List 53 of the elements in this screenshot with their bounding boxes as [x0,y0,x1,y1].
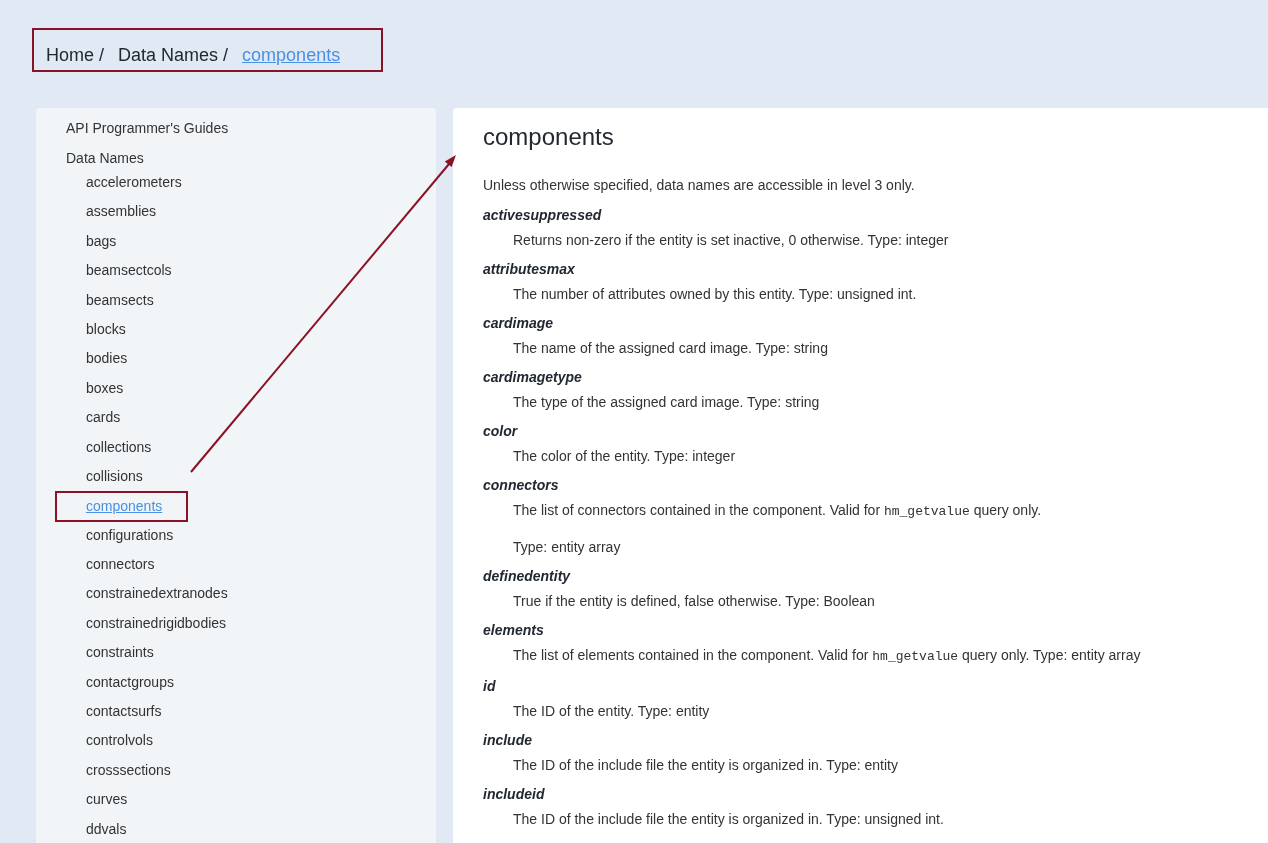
sidebar-link[interactable]: curves [86,791,128,808]
term-description: Type: entity array [513,539,621,555]
breadcrumb-separator: / [223,44,229,66]
term-description: True if the entity is defined, false otherwise. Type: Boolean [513,593,875,609]
sidebar-link[interactable]: crosssections [86,761,171,778]
sidebar-link[interactable]: cards [86,409,121,426]
term-description: The color of the entity. Type: integer [513,448,736,464]
term-name: cardimagetype [483,368,582,386]
page-title: components [483,123,614,151]
term-description: The ID of the include file the entity is organized in. Type: entity [513,757,898,773]
term-description: The name of the assigned card image. Type: string [513,340,828,356]
sidebar-link[interactable]: accelerometers [86,174,182,190]
sidebar-link[interactable]: API Programmer's Guides [66,120,229,136]
term-name: elements [483,621,544,639]
sidebar-link[interactable]: connectors [86,556,155,573]
term-name: includeid [483,785,545,803]
sidebar-link[interactable]: blocks [86,320,126,337]
term-name: connectors [483,476,559,494]
term-description: The ID of the entity. Type: entity [513,703,710,719]
sidebar-link[interactable]: bodies [86,350,128,367]
sidebar-link[interactable]: assemblies [86,203,157,220]
sidebar-link[interactable]: contactgroups [86,673,174,690]
sidebar-link[interactable]: controlvols [86,732,153,749]
sidebar-link[interactable]: ddvals [86,820,127,837]
breadcrumb-link[interactable]: Home [46,44,94,66]
term-name: activesuppressed [483,206,602,224]
sidebar-link[interactable]: constraints [86,644,154,661]
term-name: definedentity [483,567,571,585]
term-name: attributesmax [483,260,575,278]
sidebar-link[interactable]: constrainedextranodes [86,585,228,602]
sidebar-link[interactable]: collections [86,438,152,455]
term-description: Returns non-zero if the entity is set inactive, 0 otherwise. Type: integer [513,232,949,248]
term-name: color [483,422,518,440]
breadcrumb-link[interactable]: Data Names [118,44,219,66]
sidebar-link[interactable]: collisions [86,467,143,484]
sidebar-link[interactable]: configurations [86,526,174,543]
breadcrumb-separator: / [99,44,105,66]
term-description: The list of connectors contained in the component. Valid for hm_getvalue query only. [513,502,1042,520]
sidebar-link[interactable]: Data Names [66,150,144,166]
sidebar-link[interactable]: beamsectcols [86,262,172,279]
term-name: cardimage [483,314,554,332]
term-name: id [483,677,496,695]
intro-text: Unless otherwise specified, data names are accessible in level 3 only. [483,176,915,194]
sidebar-link[interactable]: contactsurfs [86,703,162,720]
sidebar-link[interactable]: beamsects [86,291,154,308]
term-description: The list of elements contained in the component. Valid for hm_getvalue query only. Type: entity array [513,647,1141,665]
term-description: The ID of the include file the entity is organized in. Type: unsigned int. [513,811,944,827]
term-description: The number of attributes owned by this entity. Type: unsigned int. [513,286,917,302]
term-name: include [483,731,532,749]
term-description: The type of the assigned card image. Type: string [513,394,820,410]
sidebar-link[interactable]: bags [86,232,117,249]
sidebar-link[interactable]: boxes [86,379,124,396]
sidebar-link[interactable]: constrainedrigidbodies [86,614,227,631]
